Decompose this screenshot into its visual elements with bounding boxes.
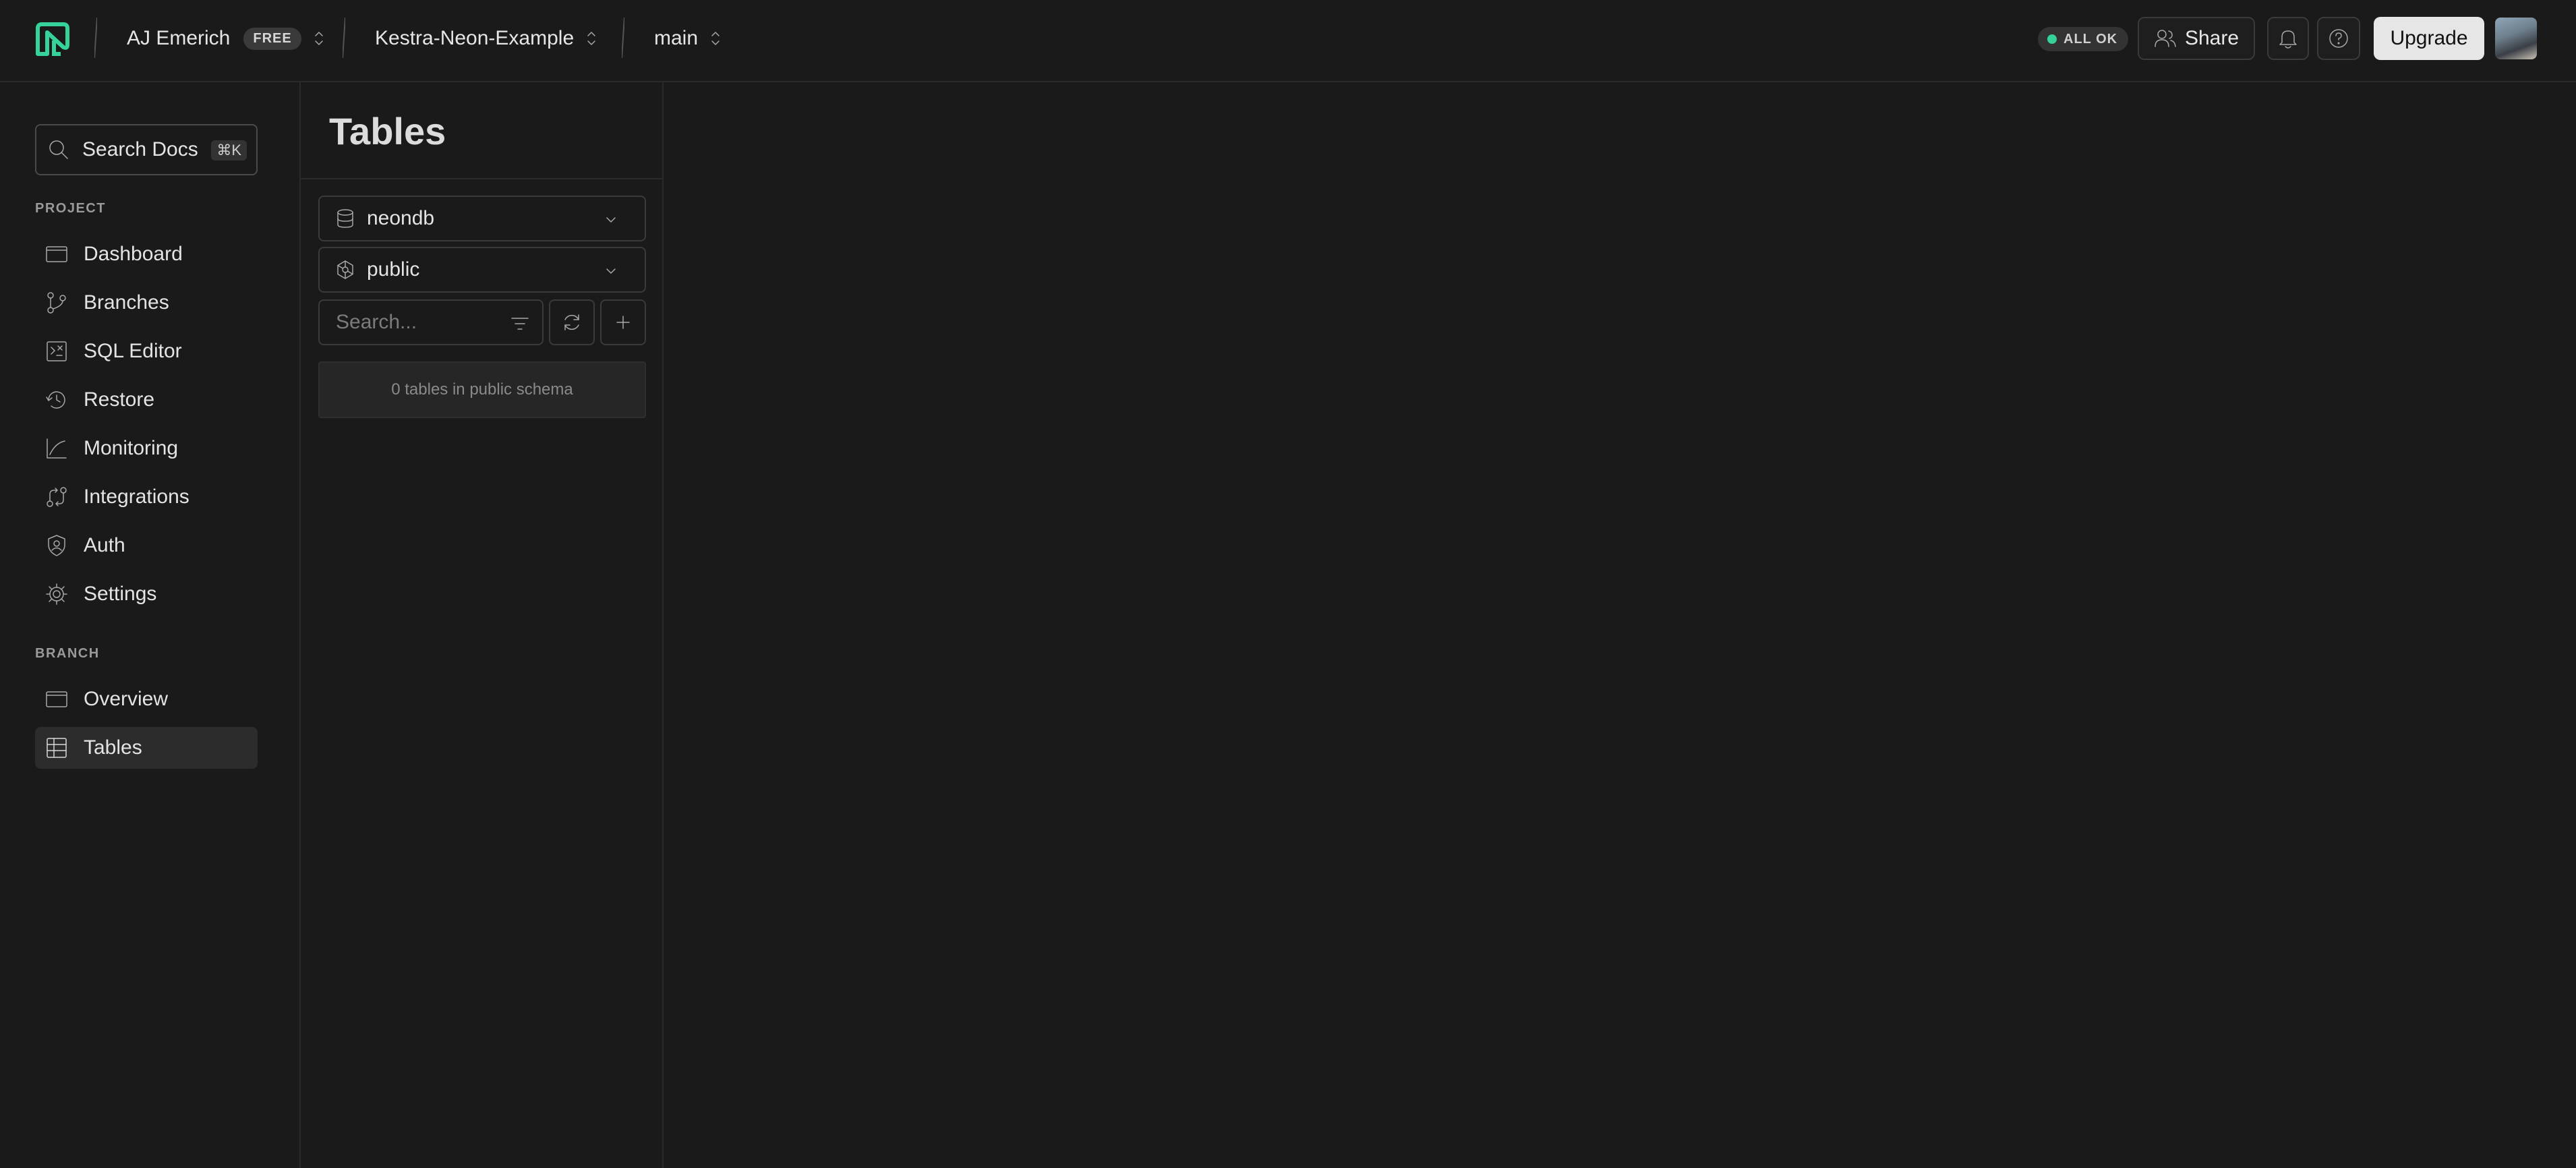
sidebar-item-label: Dashboard [84,243,183,265]
branches-icon [45,291,69,315]
help-button[interactable] [2317,17,2360,60]
empty-message: 0 tables in public schema [391,380,573,399]
database-icon [334,208,356,229]
sidebar-item-label: Tables [84,736,142,759]
sidebar-item-label: Overview [84,688,169,710]
help-circle-icon [2328,28,2349,49]
panel-header: Tables [301,82,662,179]
chevron-down-icon [603,212,619,228]
tables-panel: Tables neondb public 0 [301,82,664,1168]
empty-state: 0 tables in public schema [318,361,646,418]
project-name: Kestra-Neon-Example [375,27,575,49]
status-badge[interactable]: ALL OK [2038,27,2129,51]
chevron-up-down-icon [585,28,598,49]
schema-select[interactable]: public [318,247,646,293]
breadcrumb-separator-icon [622,18,624,58]
schema-value: public [367,258,420,281]
sidebar: Search Docs ⌘K PROJECT Dashboard Branche… [0,82,301,1168]
sidebar-item-overview[interactable]: Overview [35,678,258,720]
search-icon [47,138,70,161]
breadcrumb-separator-icon [343,18,345,58]
add-table-button[interactable] [600,299,646,345]
sidebar-item-monitoring[interactable]: Monitoring [35,428,258,469]
restore-icon [45,388,69,412]
refresh-button[interactable] [549,299,595,345]
refresh-icon [561,312,583,333]
breadcrumb-separator-icon [94,18,97,58]
branch-section-label: BRANCH [35,646,100,661]
neon-logo-icon[interactable] [34,20,71,58]
sidebar-item-label: SQL Editor [84,340,182,362]
chevron-up-down-icon [709,28,722,49]
main-content-area [664,82,2576,1168]
search-docs-label: Search Docs [82,138,198,160]
status-dot-icon [2047,34,2057,44]
sidebar-item-label: Settings [84,583,157,605]
sidebar-item-dashboard[interactable]: Dashboard [35,233,258,275]
plus-icon [613,312,633,332]
org-switcher[interactable]: AJ Emerich FREE [127,24,326,53]
sidebar-item-tables[interactable]: Tables [35,727,258,769]
sidebar-item-label: Restore [84,388,155,411]
auth-icon [45,533,69,558]
keyboard-shortcut: ⌘K [211,140,247,160]
sidebar-item-auth[interactable]: Auth [35,525,258,566]
status-text: ALL OK [2063,31,2118,47]
branch-name: main [654,27,699,49]
table-search-input[interactable] [336,311,491,334]
sidebar-item-restore[interactable]: Restore [35,379,258,421]
branch-switcher[interactable]: main [654,24,722,53]
sidebar-item-label: Integrations [84,486,189,508]
page-title: Tables [329,110,446,152]
database-select[interactable]: neondb [318,196,646,241]
users-icon [2154,28,2177,49]
chevron-down-icon [603,263,619,279]
sidebar-item-integrations[interactable]: Integrations [35,476,258,518]
sidebar-item-label: Monitoring [84,437,179,459]
project-section-label: PROJECT [35,201,106,216]
sidebar-item-branches[interactable]: Branches [35,282,258,324]
filter-icon[interactable] [510,314,530,333]
chevron-up-down-icon [312,28,326,49]
share-button[interactable]: Share [2138,17,2255,60]
monitoring-icon [45,436,69,461]
dashboard-icon [45,242,69,266]
sidebar-item-label: Auth [84,534,125,556]
table-search-field [318,299,544,345]
integrations-icon [45,485,69,509]
plan-badge: FREE [243,27,301,50]
schema-icon [334,259,356,281]
notifications-button[interactable] [2267,17,2309,60]
sidebar-item-sql-editor[interactable]: SQL Editor [35,330,258,372]
search-docs-button[interactable]: Search Docs ⌘K [35,124,258,175]
sidebar-item-settings[interactable]: Settings [35,573,258,615]
database-value: neondb [367,207,435,229]
top-bar: AJ Emerich FREE Kestra-Neon-Example main… [0,0,2576,82]
sql-editor-icon [45,339,69,363]
gear-icon [45,582,69,606]
org-name: AJ Emerich [127,27,231,49]
upgrade-button[interactable]: Upgrade [2374,17,2484,60]
project-switcher[interactable]: Kestra-Neon-Example [375,24,598,53]
avatar[interactable] [2495,18,2537,59]
tables-icon [45,736,69,760]
sidebar-item-label: Branches [84,291,169,314]
bell-icon [2278,28,2298,49]
overview-icon [45,687,69,711]
share-label: Share [2184,27,2240,49]
